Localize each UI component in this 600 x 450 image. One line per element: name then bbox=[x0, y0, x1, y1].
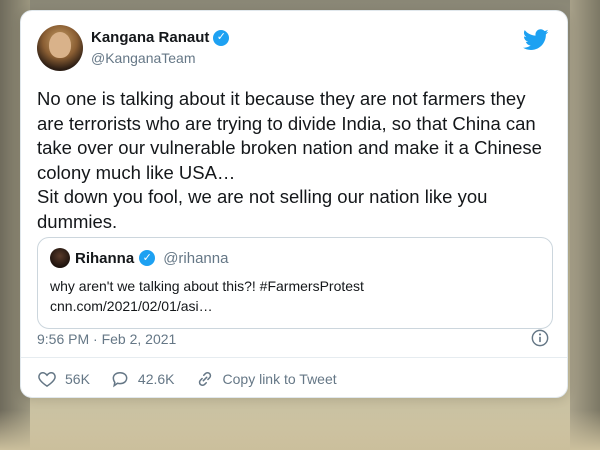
copy-link-label: Copy link to Tweet bbox=[222, 371, 337, 387]
tweet-timestamp[interactable]: 9:56 PM · Feb 2, 2021 bbox=[37, 331, 176, 347]
quoted-verified-badge-icon: ✓ bbox=[139, 250, 156, 266]
author-handle[interactable]: @KanganaTeam bbox=[91, 50, 229, 66]
copy-link-button[interactable]: Copy link to Tweet bbox=[195, 369, 337, 389]
verified-badge-icon: ✓ bbox=[213, 29, 230, 46]
author-name-row: Kangana Ranaut ✓ bbox=[91, 29, 230, 46]
quoted-display-name: Rihanna bbox=[75, 249, 135, 267]
quoted-tweet[interactable]: Rihanna ✓ @rihanna why aren't we talking… bbox=[37, 237, 553, 329]
background-blur-right bbox=[570, 0, 600, 450]
divider bbox=[21, 357, 567, 358]
quoted-text-line1: why aren't we talking about this?! #Farm… bbox=[50, 278, 364, 294]
reply-bubble-icon bbox=[112, 371, 128, 388]
tweet-header: Kangana Ranaut ✓ @KanganaTeam bbox=[37, 25, 551, 75]
tweet-actions: 56K 42.6K Copy link to Tweet bbox=[37, 369, 357, 389]
avatar[interactable] bbox=[37, 25, 83, 71]
tweet-card: Kangana Ranaut ✓ @KanganaTeam No one is … bbox=[20, 10, 568, 398]
like-count: 56K bbox=[65, 371, 90, 387]
quoted-link[interactable]: cnn.com/2021/02/01/asi… bbox=[50, 296, 364, 316]
quoted-text: why aren't we talking about this?! #Farm… bbox=[50, 276, 364, 316]
quoted-handle: @rihanna bbox=[163, 249, 229, 267]
twitter-bird-icon[interactable] bbox=[523, 29, 549, 51]
tweet-text: No one is talking about it because they … bbox=[37, 88, 542, 232]
link-icon bbox=[198, 371, 211, 387]
author-block: Kangana Ranaut ✓ @KanganaTeam bbox=[91, 29, 230, 66]
background-blur-bottom bbox=[0, 410, 600, 450]
like-button[interactable]: 56K bbox=[37, 369, 90, 389]
quoted-header: Rihanna ✓ @rihanna bbox=[50, 248, 228, 268]
author-display-name[interactable]: Kangana Ranaut bbox=[91, 29, 209, 46]
quoted-avatar bbox=[50, 248, 70, 268]
heart-icon bbox=[38, 371, 56, 387]
info-icon[interactable] bbox=[531, 329, 549, 347]
reply-button[interactable]: 42.6K bbox=[110, 369, 175, 389]
reply-count: 42.6K bbox=[137, 371, 175, 387]
